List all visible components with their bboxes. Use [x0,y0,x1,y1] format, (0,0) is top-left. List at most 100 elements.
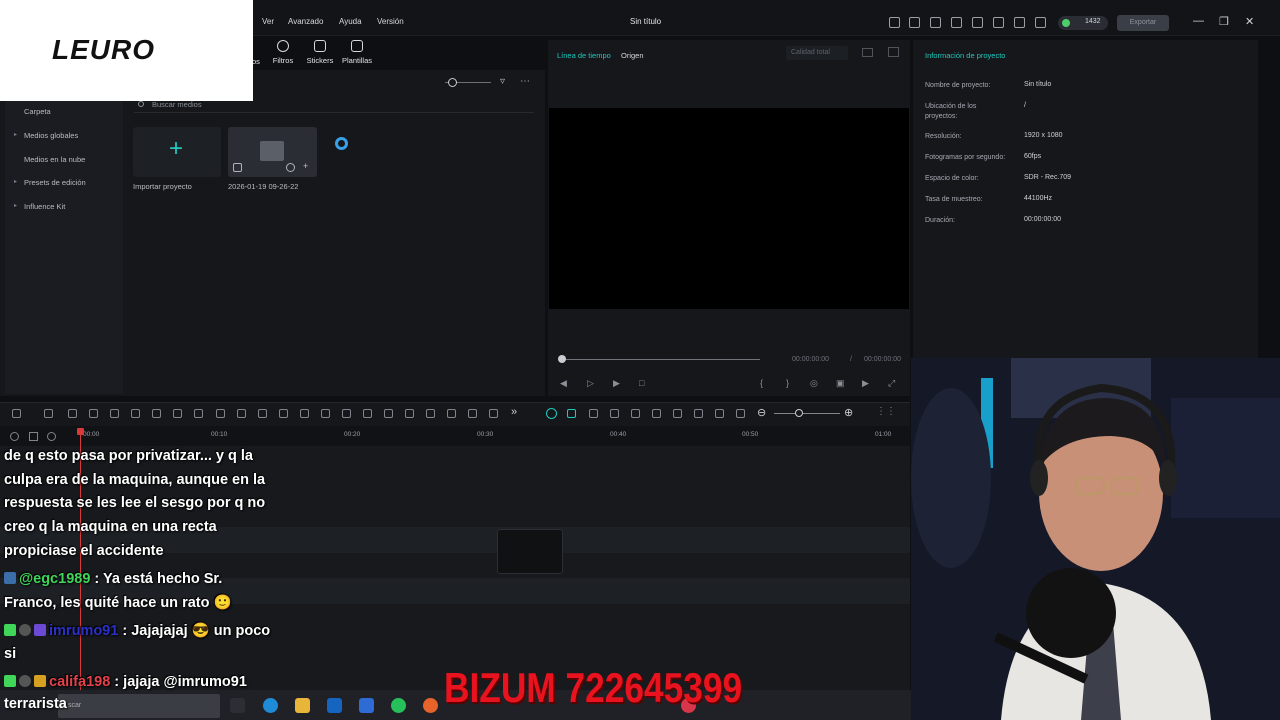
preview-scrubber[interactable] [562,359,760,360]
microphone-icon[interactable] [673,409,682,418]
snap-icon[interactable] [567,409,576,418]
crop-icon[interactable] [152,409,161,418]
layout-icon[interactable] [12,409,21,418]
tab-filtros[interactable]: Filtros [263,40,303,65]
credits-badge[interactable]: 1432 [1058,16,1108,30]
stop-icon[interactable]: □ [639,378,644,388]
cloud-icon[interactable] [993,17,1004,28]
tab-plantillas[interactable]: Plantillas [337,40,377,65]
mark-out-icon[interactable]: } [786,378,789,388]
timeline-zoom-slider[interactable] [774,413,840,414]
audio-icon[interactable]: ▶ [862,378,869,389]
text-icon[interactable] [194,409,203,418]
tab-timeline[interactable]: Línea de tiempo [557,51,611,60]
redo-icon[interactable] [89,409,98,418]
tab-source[interactable]: Origen [621,51,644,60]
effects-icon[interactable] [300,409,309,418]
timeline-clip[interactable] [497,529,563,574]
list-icon[interactable] [930,17,941,28]
clip-settings-icon[interactable] [286,163,295,172]
restore-icon[interactable]: ❐ [1219,15,1229,28]
zoom-out-icon[interactable]: ⊖ [757,406,766,419]
chat-username[interactable]: califa198 [49,674,110,690]
compare-view-icon[interactable] [862,48,873,57]
sidebar-item-presets[interactable]: Presets de edición [24,178,86,187]
sidebar-item-medios-nube[interactable]: Medios en la nube [24,155,85,164]
zoom-slider-knob[interactable] [795,409,803,417]
stabilize-icon[interactable] [363,409,372,418]
mixer-icon[interactable] [694,409,703,418]
motion-icon[interactable] [384,409,393,418]
tab-stickers[interactable]: Stickers [300,40,340,65]
expand-arrow-icon[interactable]: ▸ [14,178,17,185]
select-tool-icon[interactable] [44,409,53,418]
speed-icon[interactable] [173,409,182,418]
multi-track-icon[interactable] [715,409,724,418]
menu-ayuda[interactable]: Ayuda [339,17,362,26]
zoom-in-icon[interactable] [279,409,288,418]
audio-adjust-icon[interactable] [321,409,330,418]
export-button[interactable]: Exportar [1117,15,1169,31]
render-icon[interactable]: ◎ [810,378,818,389]
export-clip-icon[interactable] [489,409,498,418]
snapshot-icon[interactable] [888,47,899,57]
play-reverse-icon[interactable]: ▷ [587,378,594,389]
keyframe-icon[interactable] [447,409,456,418]
more-icon[interactable]: ⋯ [520,76,530,87]
save-icon[interactable] [972,17,983,28]
ai-text-icon[interactable] [216,409,225,418]
track-settings-icon[interactable] [10,432,19,441]
grid-view-icon[interactable]: ⋮⋮ [876,406,896,417]
task-view-icon[interactable] [230,698,245,713]
minimize-icon[interactable]: — [1193,15,1204,27]
zoom-in-plus-icon[interactable]: ⊕ [844,406,853,419]
headset-icon[interactable] [1014,17,1025,28]
caption-icon[interactable] [736,409,745,418]
media-clip-card[interactable]: + [228,127,317,177]
monitor-icon[interactable] [951,17,962,28]
send-icon[interactable] [909,17,920,28]
edge-icon[interactable] [263,698,278,713]
timeline-ruler[interactable] [0,426,910,446]
firefox-icon[interactable] [423,698,438,713]
close-icon[interactable]: ✕ [1245,15,1254,28]
play-icon[interactable]: ▶ [613,378,620,389]
fullscreen-icon[interactable]: ⤢ [888,378,895,389]
auto-ripple-icon[interactable] [631,409,640,418]
delete-icon[interactable] [110,409,119,418]
gift-icon[interactable] [889,17,900,28]
chat-username[interactable]: @egc1989 [19,571,90,587]
marker-icon[interactable] [589,409,598,418]
menu-version[interactable]: Versión [377,17,404,26]
grid-icon[interactable] [1035,17,1046,28]
color-icon[interactable] [237,409,246,418]
timer-icon[interactable] [342,409,351,418]
chat-username[interactable]: imrumo91 [49,623,118,639]
audio-sync-icon[interactable] [468,409,477,418]
slider-knob[interactable] [448,78,457,87]
filter-funnel-icon[interactable]: ▿ [500,76,505,87]
mask-icon[interactable] [258,409,267,418]
ai-copilot-icon[interactable] [546,408,557,419]
folder-icon[interactable] [295,698,310,713]
track-eye-icon[interactable] [47,432,56,441]
undo-icon[interactable] [68,409,77,418]
sidebar-item-medios-globales[interactable]: Medios globales [24,131,78,140]
expand-arrow-icon[interactable]: ▸ [14,202,17,209]
track-link-icon[interactable] [29,432,38,441]
shield-icon[interactable] [652,409,661,418]
menu-avanzado[interactable]: Avanzado [288,17,323,26]
camera-icon[interactable]: ▣ [836,378,845,389]
more-tools-icon[interactable]: » [511,406,517,418]
prev-frame-icon[interactable]: ◀ [560,378,567,389]
adjust-icon[interactable] [405,409,414,418]
sidebar-item-influence-kit[interactable]: Influence Kit [24,202,65,211]
quality-select[interactable]: Calidad total [786,46,848,60]
add-to-timeline-icon[interactable]: + [303,161,308,171]
playhead-handle[interactable] [77,428,84,435]
transform-icon[interactable] [426,409,435,418]
link-icon[interactable] [610,409,619,418]
taskbar-search[interactable]: scar [58,694,220,718]
expand-arrow-icon[interactable]: ▸ [14,131,17,138]
mark-in-icon[interactable]: { [760,378,763,388]
